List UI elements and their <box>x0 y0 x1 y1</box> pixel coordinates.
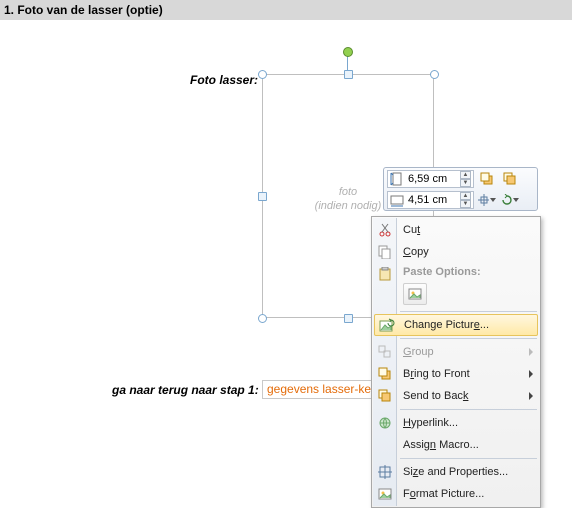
menu-label: Change Picture... <box>404 319 489 331</box>
menu-label: Size and Properties... <box>403 466 508 478</box>
align-button[interactable] <box>477 191 497 209</box>
menu-item-assign-macro[interactable]: Assign Macro... <box>373 434 539 456</box>
go-back-link[interactable]: gegevens lasser-keu <box>262 380 383 399</box>
menu-label: Assign Macro... <box>403 439 479 451</box>
resize-handle-tr[interactable] <box>430 70 439 79</box>
menu-label: Cut <box>403 224 420 236</box>
cut-icon <box>377 222 393 238</box>
resize-handle-tl[interactable] <box>258 70 267 79</box>
label-foto-lasser: Foto lasser: <box>190 73 258 87</box>
resize-handle-b[interactable] <box>344 314 353 323</box>
copy-icon <box>377 244 393 260</box>
chevron-down-icon <box>513 198 519 202</box>
menu-item-paste-options: Paste Options: <box>373 263 539 281</box>
size-properties-icon <box>377 464 393 480</box>
align-icon <box>478 194 489 206</box>
resize-handle-t[interactable] <box>344 70 353 79</box>
menu-label: Hyperlink... <box>403 417 458 429</box>
picture-paste-icon <box>408 287 422 301</box>
resize-handle-l[interactable] <box>258 192 267 201</box>
menu-item-size-properties[interactable]: Size and Properties... <box>373 461 539 483</box>
rotate-icon <box>501 194 512 206</box>
menu-item-format-picture[interactable]: Format Picture... <box>373 483 539 505</box>
menu-label: Group <box>403 346 434 358</box>
width-icon <box>390 193 404 207</box>
context-menu: Cut Copy Paste Options: Change Picture..… <box>371 216 541 508</box>
menu-item-copy[interactable]: Copy <box>373 241 539 263</box>
send-to-back-icon <box>377 388 393 404</box>
paste-options-row <box>373 281 539 309</box>
format-picture-icon <box>377 486 393 502</box>
menu-label: Paste Options: <box>403 266 481 278</box>
hyperlink-icon <box>377 415 393 431</box>
menu-label: Send to Back <box>403 390 468 402</box>
send-backward-button[interactable] <box>500 170 520 188</box>
width-spinner[interactable]: ▲▼ <box>460 192 471 208</box>
menu-item-send-to-back[interactable]: Send to Back <box>373 385 539 407</box>
width-input[interactable] <box>407 194 457 206</box>
group-icon <box>377 344 393 360</box>
label-go-back: ga naar terug naar stap 1: <box>112 383 259 397</box>
submenu-arrow-icon <box>529 348 533 356</box>
mini-toolbar: ▲▼ ▲▼ <box>383 167 538 211</box>
section-header: 1. Foto van de lasser (optie) <box>0 0 572 20</box>
menu-separator <box>400 409 537 410</box>
height-input[interactable] <box>407 173 457 185</box>
menu-separator <box>400 338 537 339</box>
menu-separator <box>400 311 537 312</box>
menu-label: Copy <box>403 246 429 258</box>
menu-item-change-picture[interactable]: Change Picture... <box>374 314 538 336</box>
bring-forward-button[interactable] <box>477 170 497 188</box>
menu-label: Format Picture... <box>403 488 484 500</box>
placeholder-line1: foto <box>339 186 357 198</box>
document-body: Foto lasser: foto (indien nodig) ga naar… <box>0 20 572 48</box>
submenu-arrow-icon <box>529 370 533 378</box>
paste-icon <box>377 266 393 282</box>
send-backward-icon <box>503 172 517 186</box>
resize-handle-bl[interactable] <box>258 314 267 323</box>
width-field[interactable]: ▲▼ <box>387 191 474 209</box>
assign-macro-icon <box>377 437 393 453</box>
height-field[interactable]: ▲▼ <box>387 170 474 188</box>
menu-separator <box>400 458 537 459</box>
menu-item-group: Group <box>373 341 539 363</box>
menu-label: Bring to Front <box>403 368 470 380</box>
menu-item-cut[interactable]: Cut <box>373 219 539 241</box>
bring-forward-icon <box>480 172 494 186</box>
bring-to-front-icon <box>377 366 393 382</box>
height-icon <box>390 172 404 186</box>
submenu-arrow-icon <box>529 392 533 400</box>
rotation-handle[interactable] <box>343 47 353 57</box>
chevron-down-icon <box>490 198 496 202</box>
placeholder-line2: (indien nodig) <box>315 200 382 212</box>
rotate-button[interactable] <box>500 191 520 209</box>
height-spinner[interactable]: ▲▼ <box>460 171 471 187</box>
menu-item-bring-to-front[interactable]: Bring to Front <box>373 363 539 385</box>
change-picture-icon <box>379 318 395 334</box>
menu-item-hyperlink[interactable]: Hyperlink... <box>373 412 539 434</box>
paste-option-picture[interactable] <box>403 283 427 305</box>
